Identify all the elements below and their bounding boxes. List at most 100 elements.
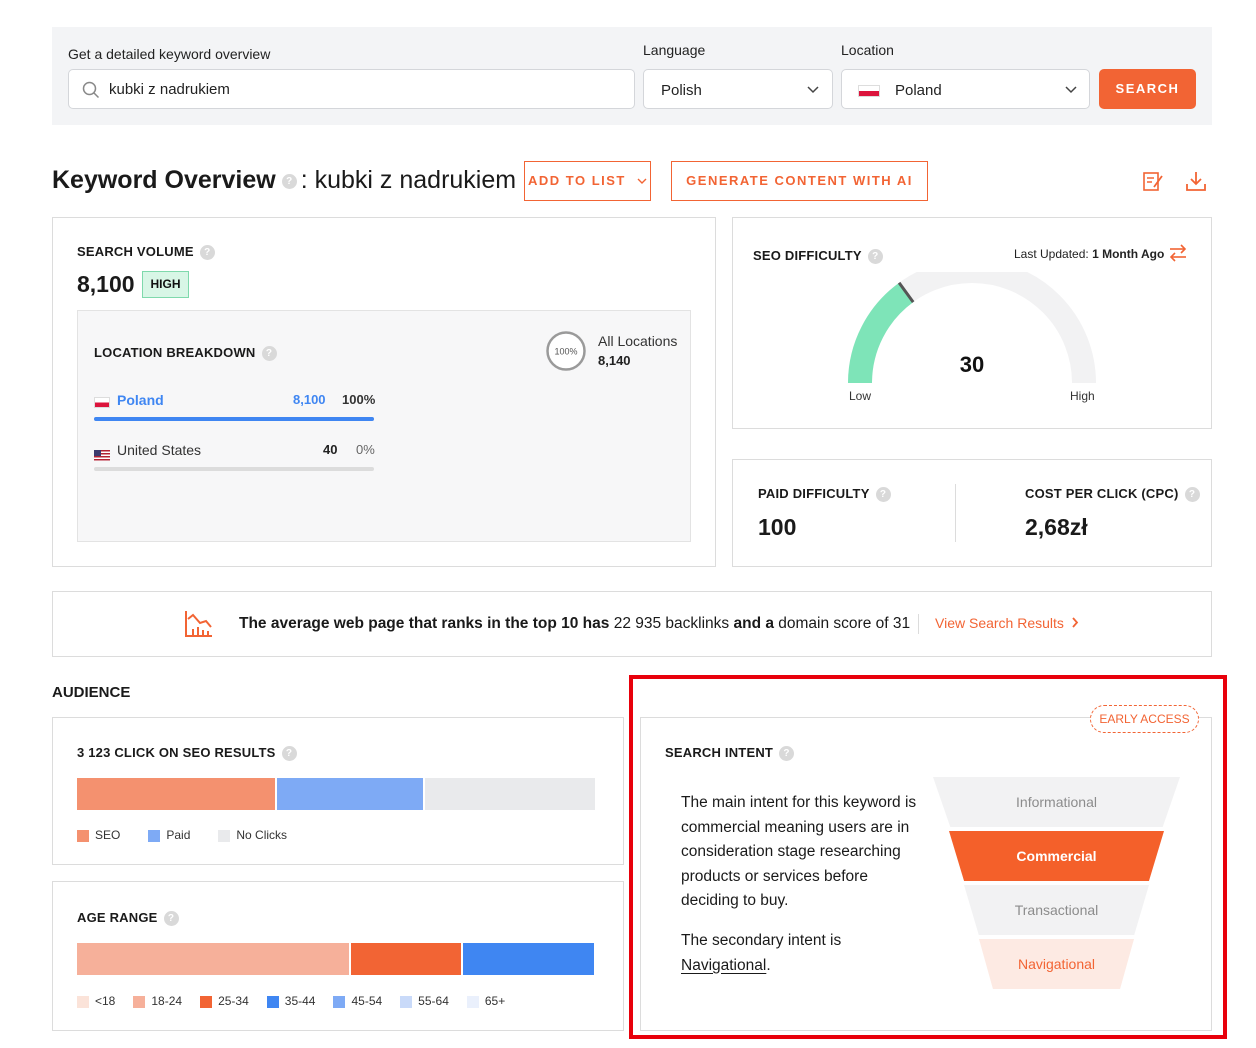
secondary-intent-link[interactable]: Navigational: [681, 957, 766, 974]
search-icon: [82, 81, 100, 99]
search-intent-label: SEARCH INTENT?: [665, 745, 795, 762]
language-select[interactable]: Polish: [643, 69, 833, 109]
page-title-text: Keyword Overview: [52, 166, 276, 194]
legend-swatch: [133, 995, 146, 1008]
all-locations-ring: 100%: [546, 331, 586, 371]
divider: [918, 614, 919, 634]
location-select[interactable]: Poland: [841, 69, 1090, 109]
search-volume-label: SEARCH VOLUME?: [77, 244, 215, 261]
legend-item: 45-54: [333, 994, 382, 1008]
help-icon[interactable]: ?: [163, 911, 179, 927]
help-icon[interactable]: ?: [779, 746, 795, 762]
secondary-intent: The secondary intent is Navigational.: [681, 932, 842, 974]
legend-item: Paid: [148, 828, 190, 842]
paid-cpc-card: [732, 459, 1212, 567]
legend-item: No Clicks: [218, 828, 287, 842]
bar-segment-25-34: [351, 943, 463, 975]
paid-difficulty-value: 100: [758, 514, 797, 540]
chart-icon: [185, 611, 212, 637]
funnel-transactional: Transactional: [964, 885, 1149, 935]
clicks-label: 3 123 CLICK ON SEO RESULTS?: [77, 745, 297, 762]
age-legend: <18 18-24 25-34 35-44 45-54 55-64 65+: [77, 992, 597, 1010]
help-icon[interactable]: ?: [199, 245, 215, 261]
keyword-input-value: kubki z nadrukiem: [109, 81, 230, 98]
legend-label: Paid: [166, 828, 191, 842]
page-title: Keyword Overview?: kubki z nadrukiem: [52, 166, 516, 195]
legend-label: 45-54: [351, 994, 383, 1008]
keyword-input-label: Get a detailed keyword overview: [68, 46, 271, 62]
legend-label: 18-24: [151, 994, 183, 1008]
legend-item: SEO: [77, 828, 120, 842]
legend-label: No Clicks: [236, 828, 288, 842]
generate-content-button[interactable]: GENERATE CONTENT WITH AI: [671, 161, 928, 201]
legend-swatch: [333, 995, 346, 1008]
legend-label: SEO: [95, 828, 121, 842]
location-value: Poland: [895, 82, 942, 99]
poland-flag-icon: [94, 397, 110, 408]
clicks-legend: SEO Paid No Clicks: [77, 826, 597, 844]
all-locations-value: 8,140: [598, 353, 631, 368]
legend-label: 35-44: [284, 994, 316, 1008]
location-share: 0%: [356, 442, 375, 457]
location-volume: 40: [323, 442, 338, 457]
help-icon[interactable]: ?: [867, 249, 883, 265]
search-button[interactable]: SEARCH: [1099, 69, 1196, 109]
us-flag-icon: [94, 450, 110, 462]
view-search-results-link[interactable]: View Search Results: [935, 615, 1079, 631]
intent-funnel: Informational Commercial Transactional N…: [933, 777, 1180, 992]
location-row-united-states[interactable]: United States 40 0%: [94, 442, 375, 462]
download-icon[interactable]: [1185, 170, 1207, 192]
legend-swatch: [148, 829, 161, 842]
location-label: Location: [841, 42, 894, 58]
audience-title: AUDIENCE: [52, 684, 131, 701]
add-to-list-button[interactable]: ADD TO LIST: [524, 161, 651, 201]
legend-label: 55-64: [418, 994, 449, 1008]
legend-label: <18: [95, 994, 116, 1008]
legend-swatch: [266, 995, 279, 1008]
location-row-poland[interactable]: Poland 8,100 100%: [94, 392, 375, 412]
language-label: Language: [643, 42, 706, 58]
legend-item: 18-24: [133, 994, 182, 1008]
chevron-down-icon: [637, 178, 647, 184]
seo-difficulty-value: 30: [959, 352, 985, 377]
volume-level-badge: HIGH: [142, 271, 189, 298]
gauge-high-label: High: [1070, 389, 1095, 403]
legend-swatch: [200, 995, 213, 1008]
bar-segment-18-24: [77, 943, 352, 975]
bar-segment-paid: [277, 778, 426, 810]
bar-segment-35-44: [462, 943, 596, 975]
bar-segment-no-clicks: [425, 778, 597, 810]
seo-difficulty-label: SEO DIFFICULTY?: [753, 248, 883, 265]
help-icon[interactable]: ?: [261, 346, 277, 362]
legend-item: 35-44: [266, 994, 316, 1008]
gauge-low-label: Low: [849, 389, 872, 403]
poland-flag-icon: [858, 85, 880, 97]
clicks-stacked-bar: [77, 778, 597, 810]
legend-item: <18: [77, 994, 115, 1008]
legend-label: 25-34: [218, 994, 249, 1008]
refresh-icon[interactable]: [1167, 243, 1189, 263]
language-value: Polish: [661, 82, 702, 99]
help-icon[interactable]: ?: [875, 487, 891, 503]
backlinks-summary: The average web page that ranks in the t…: [239, 615, 911, 632]
help-icon[interactable]: ?: [281, 746, 297, 762]
page-title-keyword: : kubki z nadrukiem: [300, 166, 517, 194]
search-volume-value: 8,100: [77, 271, 135, 297]
help-icon[interactable]: ?: [1184, 487, 1200, 503]
cpc-value: 2,68zł: [1025, 514, 1088, 540]
age-stacked-bar: [77, 943, 596, 975]
legend-swatch: [466, 995, 479, 1008]
chevron-right-icon: [1072, 617, 1079, 628]
keyword-input[interactable]: kubki z nadrukiem: [68, 69, 635, 109]
location-bar-fill: [94, 417, 374, 421]
chevron-down-icon: [1065, 86, 1077, 94]
help-icon[interactable]: ?: [281, 173, 297, 189]
all-locations-label: All Locations: [598, 333, 678, 349]
location-bar-united-states: [94, 467, 374, 471]
legend-swatch: [77, 829, 89, 842]
location-name: Poland: [117, 392, 164, 408]
divider: [955, 484, 956, 542]
location-volume: 8,100: [293, 392, 326, 407]
cpc-label: COST PER CLICK (CPC)?: [1025, 486, 1200, 503]
edit-notes-icon[interactable]: [1142, 170, 1164, 192]
